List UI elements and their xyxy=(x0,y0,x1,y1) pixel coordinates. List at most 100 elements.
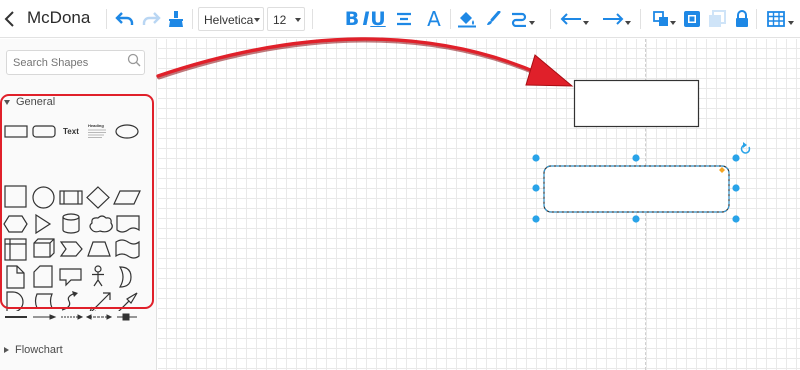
shape-note[interactable] xyxy=(6,265,25,289)
canvas-rectangle-shape[interactable] xyxy=(573,79,700,128)
resize-handle[interactable] xyxy=(632,154,640,162)
format-painter-icon xyxy=(169,11,183,27)
shape-double-arrow[interactable] xyxy=(89,292,111,311)
shape-ellipse[interactable] xyxy=(115,124,139,139)
shape-delay[interactable] xyxy=(6,291,24,311)
shape-square[interactable] xyxy=(4,185,27,208)
shape-parallelogram[interactable] xyxy=(113,190,141,205)
shape-data-storage[interactable] xyxy=(34,293,53,309)
undo-button[interactable] xyxy=(114,0,136,38)
connector-style-button[interactable] xyxy=(508,0,535,38)
resize-handle[interactable] xyxy=(732,215,740,223)
paint-bucket-icon xyxy=(458,12,476,28)
chevron-down-icon xyxy=(670,21,676,25)
shape-card[interactable] xyxy=(33,265,53,288)
font-color-button[interactable]: A xyxy=(424,0,444,38)
chevron-down-icon xyxy=(625,21,631,25)
shape-rectangle[interactable] xyxy=(4,125,28,138)
resize-handle[interactable] xyxy=(632,215,640,223)
shape-trapezoid[interactable] xyxy=(87,241,111,257)
underline-button[interactable]: U xyxy=(368,0,388,38)
shape-or[interactable] xyxy=(118,266,132,288)
shape-actor[interactable] xyxy=(92,265,104,287)
table-insert-button[interactable] xyxy=(764,0,794,38)
back-button[interactable] xyxy=(2,0,18,38)
font-size-select[interactable]: 12 xyxy=(267,7,305,31)
connector-arrow-line[interactable] xyxy=(33,314,57,320)
svg-text:Text: Text xyxy=(63,127,79,136)
connector-link-line[interactable] xyxy=(117,313,137,321)
resize-handle[interactable] xyxy=(532,184,540,192)
shape-heading-textbox[interactable]: Heading xyxy=(88,123,106,138)
undo-icon xyxy=(115,12,134,25)
connector-dashed-arrow[interactable] xyxy=(61,314,84,320)
toolbar-divider xyxy=(106,9,107,29)
bring-to-front-button[interactable] xyxy=(682,0,702,38)
shape-tape[interactable] xyxy=(115,239,140,259)
line-start-button[interactable] xyxy=(558,0,589,38)
group-flowchart-header[interactable]: Flowchart xyxy=(4,344,63,356)
group-label: Flowchart xyxy=(15,344,63,356)
collapsed-triangle-icon xyxy=(4,347,9,353)
shape-circle[interactable] xyxy=(32,186,55,209)
send-to-back-button[interactable] xyxy=(707,0,727,38)
shape-cube[interactable] xyxy=(33,238,55,258)
resize-handle[interactable] xyxy=(532,154,540,162)
expand-triangle-icon xyxy=(4,99,10,105)
line-color-button[interactable] xyxy=(483,0,503,38)
arrow-left-icon xyxy=(560,13,581,25)
shape-cloud[interactable] xyxy=(89,215,113,233)
font-family-select[interactable]: Helvetica xyxy=(198,7,264,31)
toolbar-divider xyxy=(640,9,641,29)
connector-double-arrow[interactable] xyxy=(85,314,113,320)
fill-color-button[interactable] xyxy=(457,0,477,38)
toolbar-divider xyxy=(312,9,313,29)
selected-rounded-rectangle[interactable] xyxy=(543,165,730,213)
shape-document[interactable] xyxy=(116,215,140,233)
shape-step[interactable] xyxy=(59,241,83,257)
lock-button[interactable] xyxy=(732,0,752,38)
chevron-down-icon xyxy=(788,21,794,25)
resize-handle[interactable] xyxy=(732,154,740,162)
text-align-button[interactable] xyxy=(394,0,414,38)
chevron-down-icon xyxy=(295,18,301,22)
resize-handle[interactable] xyxy=(532,215,540,223)
shape-rounded-rectangle[interactable] xyxy=(32,125,56,138)
toolbar-divider xyxy=(192,9,193,29)
canvas-rounded-rectangle-shape[interactable] xyxy=(543,165,730,213)
format-painter-button[interactable] xyxy=(166,0,186,38)
shape-curved-arrow[interactable] xyxy=(61,291,78,311)
shape-process[interactable] xyxy=(59,190,83,205)
font-family-value: Helvetica xyxy=(204,13,254,27)
font-size-value: 12 xyxy=(273,13,287,27)
connector-styles-row xyxy=(5,313,137,321)
table-icon xyxy=(767,11,785,27)
redo-button[interactable] xyxy=(140,0,162,38)
shape-hexagon[interactable] xyxy=(3,215,28,233)
general-shapes-grid: Text Heading xyxy=(3,123,141,311)
search-icon[interactable] xyxy=(127,53,141,67)
top-toolbar: McDona Helvetica 12 B I U A xyxy=(0,0,800,38)
line-end-button[interactable] xyxy=(600,0,631,38)
bring-front-icon xyxy=(684,11,700,27)
chevron-down-icon xyxy=(529,21,535,25)
resize-handle[interactable] xyxy=(732,184,740,192)
underline-icon: U xyxy=(370,8,386,30)
send-back-icon xyxy=(709,10,726,27)
shape-triangle[interactable] xyxy=(35,213,52,235)
shape-library-sidebar: General Text Heading xyxy=(0,39,157,370)
shape-text[interactable]: Text xyxy=(63,127,79,136)
arrange-button[interactable] xyxy=(650,0,676,38)
shape-block-arrow[interactable] xyxy=(117,292,138,311)
toolbar-divider xyxy=(450,9,451,29)
chevron-left-icon xyxy=(4,11,14,27)
shape-cylinder[interactable] xyxy=(62,213,80,234)
group-general-header[interactable]: General xyxy=(4,96,55,108)
shape-callout[interactable] xyxy=(59,268,82,287)
shape-internal-storage[interactable] xyxy=(4,238,27,261)
shape-diamond[interactable] xyxy=(86,186,110,209)
svg-text:Heading: Heading xyxy=(88,123,104,128)
diagram-editor-app: McDona Helvetica 12 B I U A Search Shape… xyxy=(0,0,800,370)
search-input[interactable] xyxy=(6,50,145,75)
document-title[interactable]: McDona xyxy=(27,8,90,28)
